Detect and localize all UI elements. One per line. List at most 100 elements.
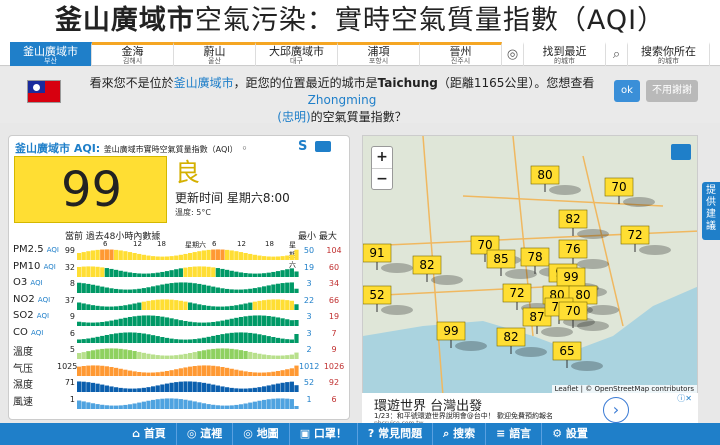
row-max: 7 (331, 328, 337, 338)
city-tab-ulsan[interactable]: 蔚山 울산 (174, 42, 256, 66)
history-bar-segment (183, 253, 188, 260)
aqi-marker-label: 87 (529, 310, 544, 324)
history-bar[interactable] (77, 344, 299, 359)
history-bar-segment (77, 338, 82, 343)
history-bar-segment (155, 355, 160, 359)
nav-home[interactable]: ⌂ 首頁 (122, 423, 176, 445)
share-icon[interactable]: S (298, 139, 310, 154)
history-bar-segment (234, 304, 239, 310)
row-value: 9 (69, 312, 75, 321)
history-bar-segment (252, 352, 257, 359)
city-tab-sub: 울산 (208, 57, 221, 65)
notice-suggest-link-2[interactable]: (忠明) (277, 110, 310, 124)
history-bar-segment (137, 302, 142, 310)
row-label[interactable]: 气压 (13, 360, 33, 375)
nav-mask[interactable]: ▣ 口罩！ (288, 423, 357, 445)
history-bar-segment (262, 256, 267, 260)
history-bar[interactable] (77, 262, 299, 277)
aqi-marker-label: 82 (565, 212, 580, 226)
row-label[interactable]: 溫度 (13, 343, 33, 358)
nav-map[interactable]: ◎ 地圖 (232, 423, 288, 445)
history-bar-segment (285, 255, 290, 260)
history-bar-segment (164, 270, 170, 277)
aqi-map-marker[interactable]: 70 (604, 177, 655, 207)
row-label[interactable]: PM2.5 AQI (13, 244, 59, 255)
city-tab-jinju[interactable]: 晉州 진주시 (420, 42, 502, 66)
row-max: 104 (326, 246, 342, 255)
nav-faq[interactable]: ? 常見問題 (356, 423, 432, 445)
zoom-out-button[interactable]: − (372, 169, 392, 191)
page: 釜山廣域市空氣污染：實時空氣質量指數（AQI） 釜山廣域市 부산 金海 김해시 蔚山… (0, 0, 720, 445)
aqi-map-marker[interactable]: 72 (620, 225, 671, 255)
history-bar-segment (280, 338, 285, 343)
city-tab-name: 蔚山 (203, 45, 226, 58)
history-bar-segment (155, 256, 160, 260)
history-bar[interactable] (77, 245, 299, 260)
city-tab-gimhae[interactable]: 金海 김해시 (92, 42, 174, 66)
search-city-button[interactable]: 搜索你所在 的城市 (628, 42, 710, 66)
history-bar-segment (225, 387, 230, 392)
title-city: 釜山廣域市 (54, 5, 195, 36)
row-label[interactable]: CO AQI (13, 327, 43, 338)
aqi-map-marker[interactable]: 80 (530, 165, 581, 195)
city-tab-name: 金海 (121, 45, 144, 58)
history-bar[interactable] (77, 361, 299, 376)
ok-button[interactable]: ok (614, 80, 640, 102)
row-label[interactable]: 風速 (13, 393, 33, 408)
notice-city-link[interactable]: 釜山廣域市 (174, 76, 234, 90)
history-bar[interactable] (77, 311, 299, 326)
nav-here[interactable]: ◎ 這裡 (175, 423, 232, 445)
ad-go-button[interactable]: › (603, 397, 629, 423)
aqi-map-marker[interactable]: 82 (558, 209, 609, 239)
feedback-tab[interactable]: 提供建議 (702, 182, 720, 240)
aqi-map-marker[interactable]: 52 (363, 285, 413, 315)
row-value: 6 (69, 328, 75, 338)
row-label[interactable]: PM10 AQI (13, 261, 56, 272)
history-bar-segment (141, 333, 146, 343)
history-bar-segment (294, 320, 299, 326)
history-bar-segment (164, 317, 170, 326)
aqi-map-marker[interactable]: 82 (412, 255, 463, 285)
aqi-map-marker[interactable]: 91 (363, 243, 413, 273)
history-bar[interactable] (77, 295, 299, 310)
history-bar-segment (197, 401, 202, 409)
nearest-city-button[interactable]: 找到最近 的城市 (524, 42, 606, 66)
row-max: 66 (328, 295, 340, 305)
history-bar-segment (146, 333, 151, 343)
city-tab-pohang[interactable]: 浦項 포항시 (338, 42, 420, 66)
history-bar-segment (81, 252, 86, 260)
history-bar-segment (132, 303, 137, 310)
history-bar[interactable] (77, 278, 299, 293)
history-bar-segment (220, 288, 225, 293)
row-label[interactable]: SO2 AQI (13, 310, 49, 321)
nav-language[interactable]: ≡ 語言 (485, 423, 541, 445)
layers-icon[interactable] (671, 144, 691, 160)
history-bar[interactable] (77, 394, 299, 409)
history-bar-segment (201, 350, 207, 359)
aqi-map[interactable]: 9152708070827282857876999972808087707099… (362, 135, 698, 395)
search-icon[interactable]: ⌕ (606, 42, 628, 66)
history-bar[interactable] (77, 377, 299, 392)
location-icon[interactable]: ◎ (502, 42, 524, 66)
history-bar[interactable] (77, 328, 299, 343)
history-bar-segment (229, 348, 234, 359)
nav-settings[interactable]: ⚙ 設置 (541, 423, 598, 445)
nav-search[interactable]: ⌕ 搜索 (432, 423, 485, 445)
row-label[interactable]: O3 AQI (13, 277, 43, 288)
row-label[interactable]: 濕度 (13, 376, 33, 391)
widget-icon[interactable] (315, 141, 331, 152)
ad-banner[interactable]: 環遊世界 台灣出發 1/23：和平號環遊世界說明會@台中！ 歡迎免費預約報名 p… (362, 393, 698, 427)
history-bar-segment (243, 316, 248, 326)
ad-close-icon[interactable]: ⓘ✕ (677, 393, 692, 404)
history-bar-segment (215, 321, 220, 326)
zoom-in-button[interactable]: + (372, 147, 392, 169)
location-notice: 看來您不是位於釜山廣域市，距您的位置最近的城市是Taichung（距離1165公… (0, 67, 720, 124)
no-thanks-button[interactable]: 不用謝謝 (646, 80, 698, 102)
city-tab-busan[interactable]: 釜山廣域市 부산 (10, 42, 92, 66)
history-bar-segment (174, 299, 179, 310)
notice-suggest-link[interactable]: Zhongming (308, 93, 377, 107)
city-tab-daegu[interactable]: 大邱廣域市 대구 (256, 42, 338, 66)
city-tab-name: 釜山廣域市 (23, 45, 78, 58)
history-bar-segment (123, 251, 128, 260)
row-label[interactable]: NO2 AQI (13, 294, 50, 305)
